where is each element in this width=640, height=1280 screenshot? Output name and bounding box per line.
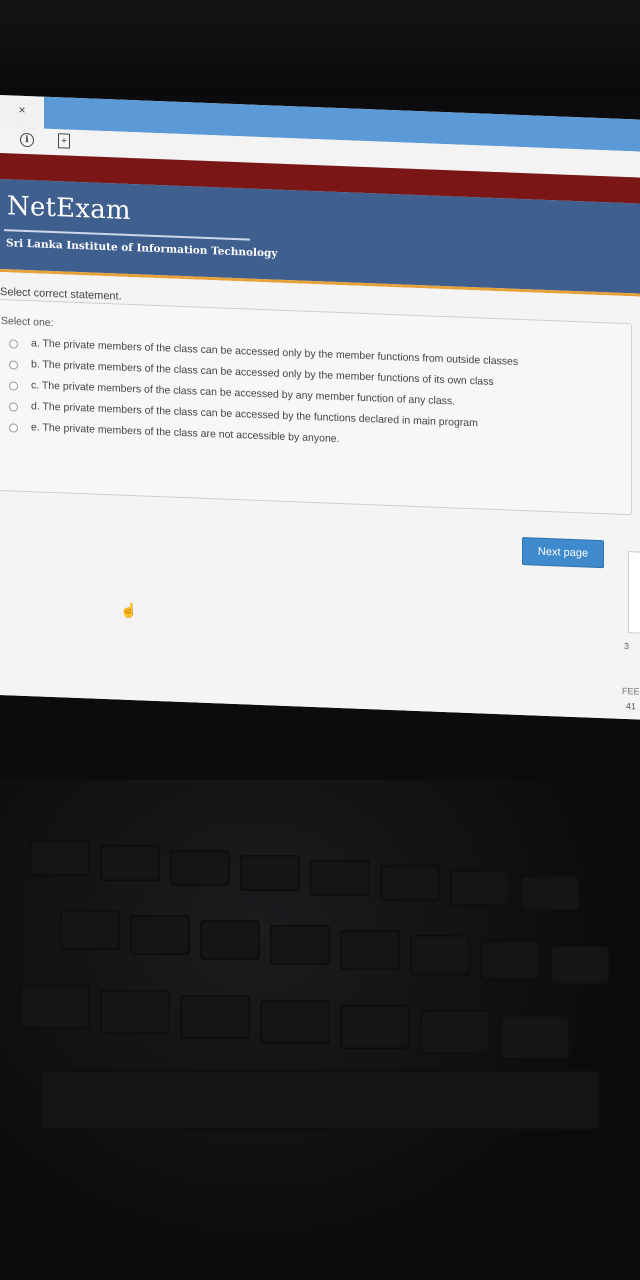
keyboard-key xyxy=(450,870,510,906)
keyboard-key xyxy=(240,855,300,891)
radio-button[interactable] xyxy=(9,360,18,370)
laptop-keyboard xyxy=(0,780,640,1280)
close-tab-icon[interactable]: × xyxy=(0,95,44,129)
keyboard-key xyxy=(310,860,370,896)
keyboard-key xyxy=(130,915,190,955)
browser-window: × i + it2 NetExam Sri Lanka Institute of… xyxy=(0,95,640,720)
quiz-content: Select correct statement. Select one: a.… xyxy=(0,272,640,720)
keyboard-key xyxy=(260,1000,330,1044)
select-one-label: Select one: xyxy=(1,315,54,330)
hand-cursor-icon: ☝ xyxy=(120,601,138,619)
brand-logo-text[interactable]: NetExam xyxy=(7,191,131,226)
keyboard-key xyxy=(100,990,170,1034)
keyboard-key xyxy=(20,985,90,1029)
monitor-bezel xyxy=(0,0,640,95)
quiz-navigation-panel xyxy=(628,551,640,634)
keyboard-key xyxy=(340,930,400,970)
keyboard-spacebar-row xyxy=(40,1070,600,1130)
keyboard-key xyxy=(410,935,470,975)
nav-label: FEE xyxy=(622,685,640,697)
keyboard-key xyxy=(420,1010,490,1054)
keyboard-key xyxy=(550,945,610,985)
keyboard-key xyxy=(520,875,580,911)
keyboard-key xyxy=(170,850,230,886)
radio-button[interactable] xyxy=(9,402,18,412)
keyboard-key xyxy=(200,920,260,960)
nav-number[interactable]: 41 xyxy=(626,701,636,711)
keyboard-key xyxy=(480,940,540,980)
info-icon[interactable]: i xyxy=(20,132,34,148)
keyboard-key xyxy=(100,845,160,881)
keyboard-key xyxy=(340,1005,410,1049)
next-page-button[interactable]: Next page xyxy=(522,537,604,569)
brand-subtitle: Sri Lanka Institute of Information Techn… xyxy=(6,237,278,260)
page-icon[interactable]: + xyxy=(58,133,70,149)
keyboard-key xyxy=(180,995,250,1039)
radio-button[interactable] xyxy=(9,423,18,433)
answer-box: Select one: a. The private members of th… xyxy=(0,298,632,516)
radio-button[interactable] xyxy=(9,381,18,391)
radio-button[interactable] xyxy=(9,339,18,349)
keyboard-key xyxy=(500,1015,570,1059)
keyboard-key xyxy=(380,865,440,901)
nav-number[interactable]: 3 xyxy=(624,641,629,651)
keyboard-key xyxy=(30,840,90,876)
keyboard-key xyxy=(270,925,330,965)
keyboard-key xyxy=(60,910,120,950)
